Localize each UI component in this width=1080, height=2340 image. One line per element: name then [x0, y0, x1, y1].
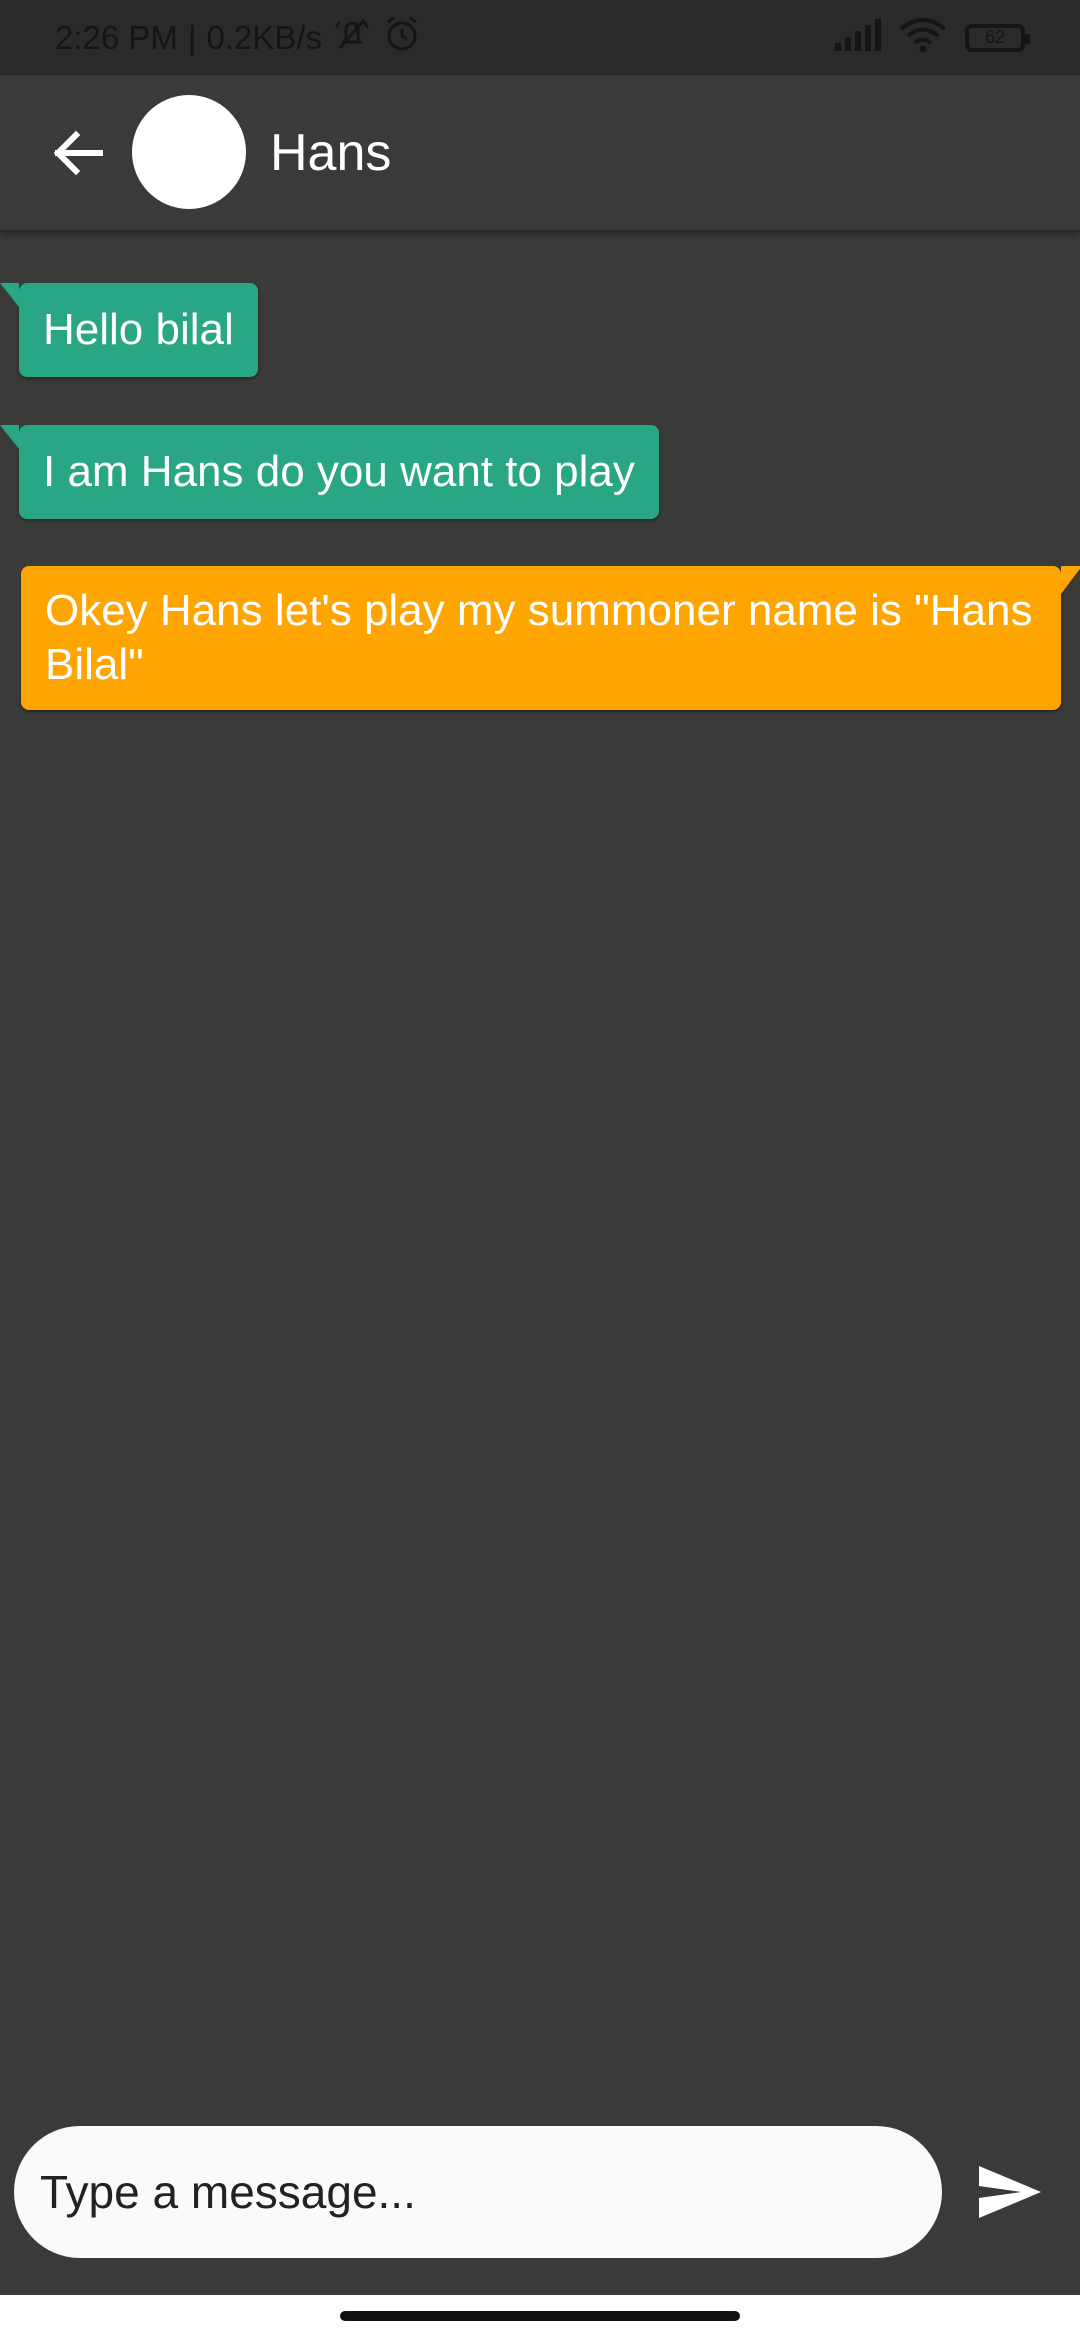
- message-list: Hello bilal I am Hans do you want to pla…: [0, 230, 1080, 2110]
- battery-level: 62: [984, 27, 1006, 47]
- battery-icon: 62: [965, 23, 1030, 52]
- message-text: Hello bilal: [43, 305, 234, 354]
- incoming-message-bubble[interactable]: Hello bilal: [0, 283, 258, 377]
- avatar-letter: H: [160, 107, 218, 196]
- send-button[interactable]: [970, 2155, 1050, 2229]
- navigation-bar: [0, 2295, 1080, 2340]
- status-separator: |: [187, 18, 197, 56]
- status-time: 2:26 PM: [55, 18, 178, 56]
- send-icon: [979, 2166, 1041, 2218]
- outgoing-message-bubble[interactable]: Okey Hans let's play my summoner name is…: [21, 566, 1080, 710]
- arrow-left-icon: [53, 130, 103, 175]
- incoming-message-bubble[interactable]: I am Hans do you want to play: [0, 425, 659, 519]
- status-right: 62: [835, 17, 1030, 58]
- message-input[interactable]: [38, 2164, 942, 2220]
- message-text: Okey Hans let's play my summoner name is…: [45, 586, 1033, 689]
- chat-title[interactable]: Hans: [270, 123, 391, 183]
- avatar[interactable]: H: [132, 95, 246, 209]
- home-indicator[interactable]: [340, 2311, 740, 2321]
- mute-notification-icon: [332, 16, 372, 60]
- back-button[interactable]: [48, 123, 108, 183]
- wifi-icon: [899, 17, 947, 58]
- status-bar: 2:26 PM | 0.2KB/s 62: [0, 0, 1080, 75]
- alarm-icon: [382, 14, 422, 62]
- message-text: I am Hans do you want to play: [43, 447, 635, 496]
- message-input-container: [14, 2126, 942, 2258]
- signal-icon: [835, 19, 881, 56]
- status-left: 2:26 PM | 0.2KB/s: [55, 14, 422, 62]
- network-speed: 0.2KB/s: [206, 18, 323, 56]
- chat-header: H Hans: [0, 75, 1080, 230]
